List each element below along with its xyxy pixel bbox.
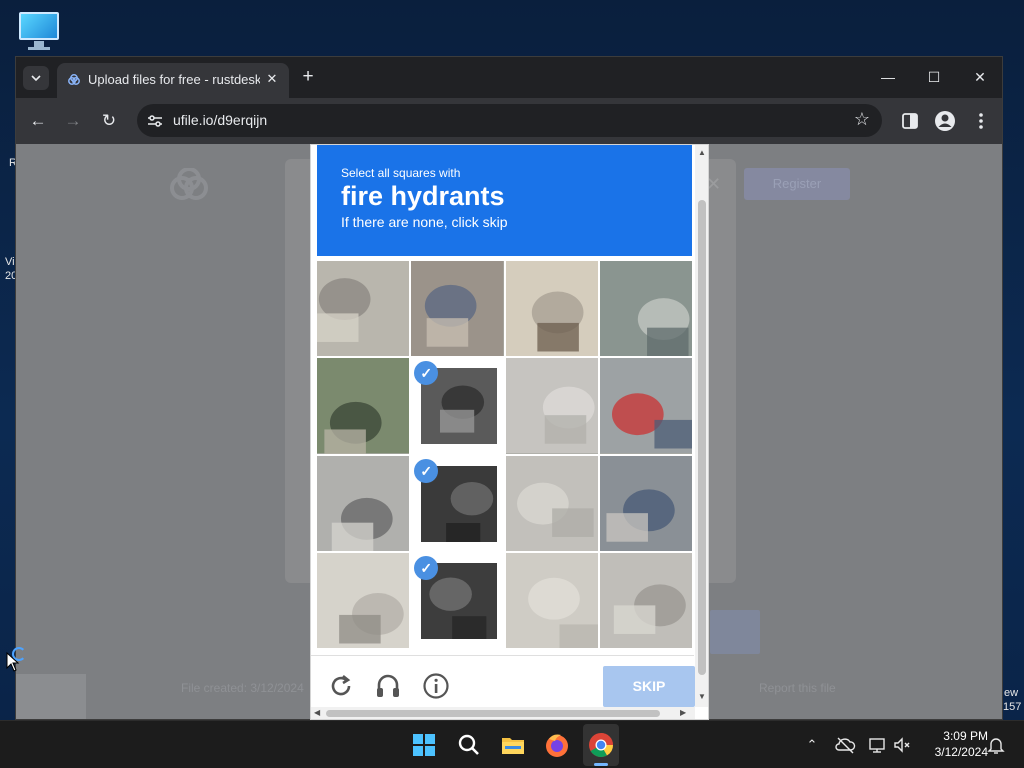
forward-arrow-icon[interactable]: → bbox=[61, 109, 85, 133]
browser-toolbar: ← → ↻ ufile.io/d9erqijn ☆ bbox=[16, 98, 1002, 144]
tab-strip: Upload files for free - rustdesk- ✕ + — … bbox=[16, 57, 1002, 98]
tile-photo bbox=[317, 552, 410, 648]
profile-avatar-icon[interactable] bbox=[933, 109, 957, 133]
captcha-tile[interactable] bbox=[599, 261, 692, 357]
notification-bell-icon[interactable] bbox=[985, 734, 1007, 756]
skip-button[interactable]: SKIP bbox=[603, 666, 695, 707]
horizontal-scrollbar[interactable]: ◀ ▶ bbox=[311, 707, 695, 719]
target-object-text: fire hydrants bbox=[341, 181, 505, 211]
captcha-tile[interactable] bbox=[599, 552, 692, 648]
page-button-background bbox=[710, 610, 760, 654]
volume-muted-icon[interactable] bbox=[891, 734, 913, 756]
captcha-tile[interactable] bbox=[505, 261, 598, 357]
desktop-computer-icon[interactable] bbox=[17, 10, 61, 50]
clock-date: 3/12/2024 bbox=[934, 745, 988, 759]
tile-photo bbox=[317, 261, 410, 357]
footer-text: File created: 3/12/2024 bbox=[181, 681, 304, 695]
back-arrow-icon[interactable]: ← bbox=[26, 109, 50, 133]
reload-icon[interactable]: ↻ bbox=[97, 109, 121, 133]
file-explorer-icon[interactable] bbox=[499, 731, 527, 759]
close-icon[interactable]: ✕ bbox=[263, 70, 281, 88]
image-grid: ✓ ✓ ✓ bbox=[317, 261, 692, 648]
network-icon[interactable] bbox=[866, 734, 888, 756]
tab-active[interactable]: Upload files for free - rustdesk- ✕ bbox=[57, 63, 289, 98]
tile-photo bbox=[505, 261, 598, 357]
recaptcha-challenge: Select all squares with fire hydrants If… bbox=[310, 144, 709, 720]
scrollbar-thumb[interactable] bbox=[326, 710, 660, 717]
scroll-down-icon[interactable]: ▼ bbox=[697, 692, 707, 701]
challenge-header: Select all squares with fire hydrants If… bbox=[317, 145, 692, 256]
vertical-scrollbar[interactable]: ▲ ▼ bbox=[695, 145, 708, 707]
tile-photo bbox=[505, 358, 598, 454]
captcha-tile[interactable] bbox=[599, 358, 692, 454]
chrome-icon[interactable] bbox=[587, 731, 615, 759]
chevron-up-icon[interactable]: ⌃ bbox=[801, 734, 823, 756]
active-app-indicator bbox=[594, 763, 608, 766]
captcha-tile[interactable] bbox=[505, 358, 598, 454]
captcha-tile[interactable] bbox=[599, 455, 692, 551]
checkmark-icon: ✓ bbox=[414, 458, 439, 483]
window-close-icon[interactable]: ✕ bbox=[965, 65, 995, 89]
desktop-edge-text: Vi bbox=[5, 256, 15, 268]
chevron-down-icon bbox=[31, 75, 41, 82]
desktop-edge-text: 157 bbox=[1003, 701, 1022, 713]
tile-photo bbox=[599, 261, 692, 357]
hint-text: If there are none, click skip bbox=[341, 214, 508, 230]
tile-photo bbox=[505, 552, 598, 648]
audio-challenge-icon[interactable] bbox=[374, 672, 402, 700]
minimize-icon[interactable]: — bbox=[873, 65, 903, 89]
info-icon[interactable] bbox=[422, 672, 450, 700]
firefox-icon[interactable] bbox=[543, 731, 571, 759]
maximize-icon[interactable]: ☐ bbox=[919, 65, 949, 89]
captcha-tile[interactable] bbox=[317, 552, 410, 648]
tile-photo bbox=[599, 552, 692, 648]
scroll-left-icon[interactable]: ◀ bbox=[314, 708, 320, 717]
captcha-tile[interactable]: ✓ bbox=[411, 455, 504, 551]
captcha-tile[interactable] bbox=[505, 455, 598, 551]
instruction-text: Select all squares with bbox=[341, 166, 461, 180]
taskbar: ⌃ 3:09 PM 3/12/2024 bbox=[0, 720, 1024, 768]
captcha-tile[interactable]: ✓ bbox=[411, 552, 504, 648]
captcha-tile[interactable] bbox=[505, 552, 598, 648]
tab-title: Upload files for free - rustdesk- bbox=[88, 72, 260, 87]
desktop-edge-text: ew bbox=[1004, 687, 1019, 699]
clock-time: 3:09 PM bbox=[943, 729, 988, 743]
ufile-logo-icon bbox=[68, 74, 80, 85]
address-bar[interactable]: ufile.io/d9erqijn ☆ bbox=[137, 104, 882, 137]
side-panel-icon[interactable] bbox=[898, 109, 922, 133]
system-clock[interactable]: 3:09 PM 3/12/2024 bbox=[918, 728, 988, 760]
challenge-footer: SKIP bbox=[311, 655, 695, 710]
site-info-icon[interactable] bbox=[145, 111, 165, 131]
tab-search-button[interactable] bbox=[23, 66, 49, 90]
register-button: Register bbox=[744, 168, 850, 200]
search-icon[interactable] bbox=[455, 731, 483, 759]
captcha-tile[interactable]: ✓ bbox=[411, 358, 504, 454]
tile-photo bbox=[599, 358, 692, 454]
recaptcha-badge bbox=[16, 674, 86, 719]
mouse-cursor-icon bbox=[6, 652, 20, 672]
scrollbar-thumb[interactable] bbox=[698, 200, 706, 675]
reload-challenge-icon[interactable] bbox=[327, 672, 355, 700]
scroll-right-icon[interactable]: ▶ bbox=[680, 708, 686, 717]
url-text[interactable]: ufile.io/d9erqijn bbox=[173, 112, 267, 128]
windows-start-icon[interactable] bbox=[410, 731, 438, 759]
checkmark-icon: ✓ bbox=[414, 555, 439, 580]
cloud-offline-icon[interactable] bbox=[834, 734, 856, 756]
ufile-logo-icon bbox=[170, 168, 208, 200]
tile-photo bbox=[505, 455, 598, 551]
captcha-tile[interactable] bbox=[317, 358, 410, 454]
footer-link: Report this file bbox=[759, 681, 836, 695]
tile-photo bbox=[317, 455, 410, 551]
menu-kebab-icon[interactable] bbox=[969, 109, 993, 133]
captcha-tile[interactable] bbox=[317, 261, 410, 357]
tile-photo bbox=[317, 358, 410, 454]
bookmark-star-icon[interactable]: ☆ bbox=[854, 109, 870, 130]
new-tab-button[interactable]: + bbox=[297, 66, 319, 88]
captcha-tile[interactable] bbox=[411, 261, 504, 357]
tile-photo bbox=[411, 261, 504, 357]
captcha-tile[interactable] bbox=[317, 455, 410, 551]
scroll-up-icon[interactable]: ▲ bbox=[697, 148, 707, 157]
tile-photo bbox=[599, 455, 692, 551]
